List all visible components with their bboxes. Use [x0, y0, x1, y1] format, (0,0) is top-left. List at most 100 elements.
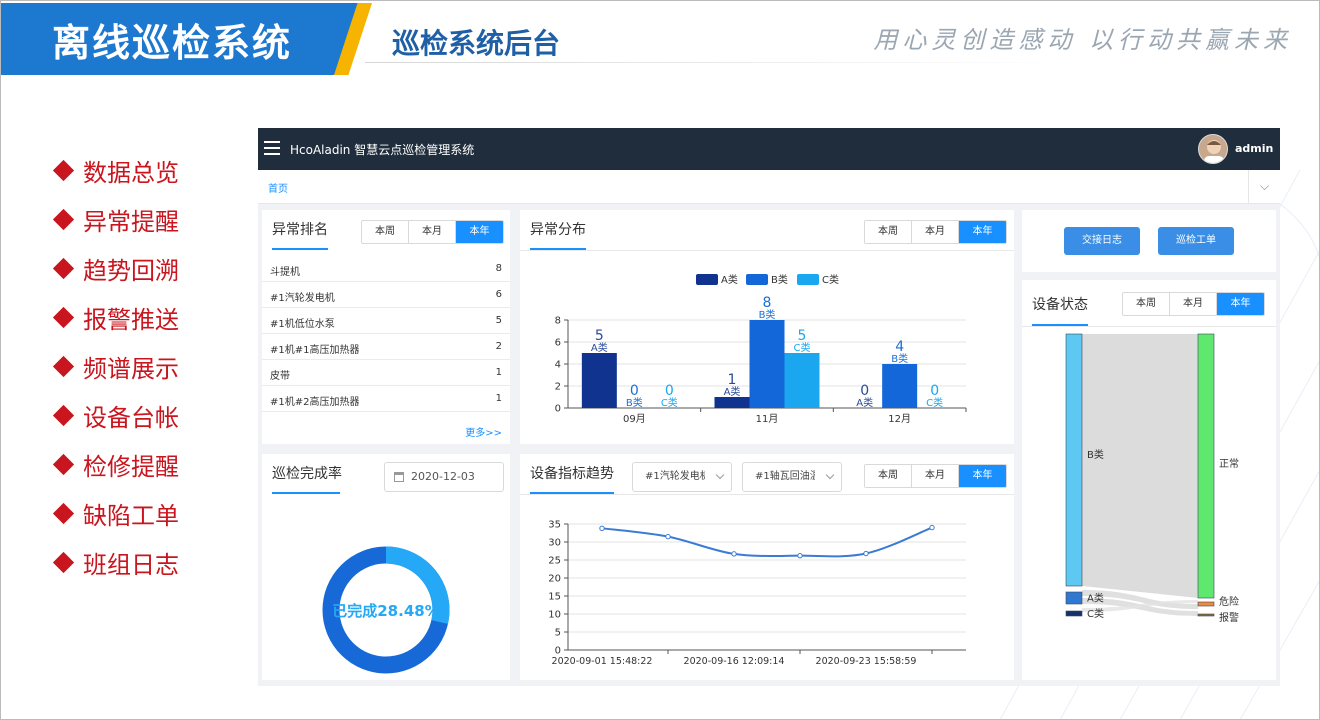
period-month[interactable]: 本月 — [912, 221, 959, 243]
trend-point — [863, 550, 869, 557]
ranking-device-name: #1汽轮发电机 — [270, 293, 335, 304]
feature-item: 趋势回溯 — [52, 244, 179, 293]
sankey-target-label: 危险 — [1219, 595, 1239, 608]
system-title: 离线巡检系统 — [52, 21, 293, 65]
diamond-bullet-icon — [52, 306, 75, 329]
completion-title: 巡检完成率 — [272, 466, 342, 482]
sankey-target-label: 报警 — [1219, 611, 1239, 624]
avatar-face-icon — [1199, 135, 1227, 163]
metric-select-value: #1轴瓦回油温度 — [755, 471, 815, 482]
diamond-bullet-icon — [52, 551, 75, 574]
device-select[interactable]: #1汽轮发电机 — [632, 462, 732, 492]
card-title-underline — [272, 248, 328, 250]
period-month[interactable]: 本月 — [912, 465, 959, 487]
feature-label: 检修提醒 — [83, 453, 179, 481]
card-divider — [520, 250, 1014, 251]
ranking-row[interactable]: 斗提机 8 — [262, 256, 510, 282]
bar-value-label: 0 — [930, 383, 939, 399]
hamburger-icon[interactable] — [264, 141, 280, 155]
line-y-tick-label: 15 — [548, 592, 561, 603]
period-year[interactable]: 本年 — [959, 221, 1006, 243]
feature-label: 趋势回溯 — [83, 257, 179, 285]
feature-item: 异常提醒 — [52, 195, 179, 244]
ranking-row[interactable]: #1汽轮发电机 6 — [262, 282, 510, 308]
more-link[interactable]: 更多>> — [465, 424, 502, 439]
bar-value-label: 0 — [665, 383, 674, 399]
bar-legend-swatch — [797, 274, 819, 285]
feature-list: 数据总览 异常提醒 趋势回溯 报警推送 频谱展示 设备台帐 检修提醒 缺陷工单 班组日志 — [52, 146, 179, 587]
bar — [784, 353, 820, 408]
trend-period-toggle: 本周 本月 本年 — [864, 464, 1007, 488]
feature-label: 异常提醒 — [83, 208, 179, 236]
period-year[interactable]: 本年 — [1217, 293, 1264, 315]
ranking-row[interactable]: #1机#2高压加热器 1 — [262, 386, 510, 412]
sankey-source-label: C类 — [1087, 607, 1104, 620]
bar-series-label: B类 — [891, 352, 908, 365]
sankey-target-node — [1197, 333, 1215, 599]
ranking-device-name: #1机低位水泵 — [270, 319, 335, 330]
user-name[interactable]: admin — [1235, 142, 1273, 155]
ranking-device-name: #1机#2高压加热器 — [270, 397, 360, 408]
trend-line-chart: 0 5 10 15 20 25 30 35 2020-09-01 15:48:22 2020-09… — [548, 520, 966, 667]
ranking-count: 8 — [495, 263, 502, 274]
bar-legend-label: B类 — [771, 273, 788, 286]
date-value: 2020-12-03 — [411, 470, 475, 483]
date-picker[interactable]: 2020-12-03 — [384, 462, 504, 492]
bar-value-label: 0 — [860, 383, 869, 399]
sankey-source-label: B类 — [1087, 448, 1104, 461]
diamond-bullet-icon — [52, 355, 75, 378]
bar — [714, 397, 750, 408]
ranking-row[interactable]: 皮带 1 — [262, 360, 510, 386]
feature-item: 检修提醒 — [52, 440, 179, 489]
card-title-underline — [272, 492, 340, 494]
ranking-count: 6 — [495, 289, 502, 300]
period-week[interactable]: 本周 — [865, 221, 912, 243]
period-week[interactable]: 本周 — [1123, 293, 1170, 315]
period-month[interactable]: 本月 — [409, 221, 456, 243]
handover-log-button[interactable]: 交接日志 — [1064, 227, 1140, 255]
feature-item: 缺陷工单 — [52, 489, 179, 538]
ranking-row[interactable]: #1机低位水泵 5 — [262, 308, 510, 334]
action-card: 交接日志 巡检工单 — [1022, 210, 1276, 272]
bar-series-label: C类 — [926, 396, 943, 409]
card-divider — [520, 494, 1014, 495]
feature-label: 班组日志 — [83, 551, 179, 579]
trend-point — [797, 552, 803, 559]
tab-dropdown-chevron-icon[interactable]: ⌵ — [1248, 170, 1280, 204]
period-month[interactable]: 本月 — [1170, 293, 1217, 315]
completion-rate-card: 巡检完成率 2020-12-03 已完成28.48% — [262, 454, 510, 680]
bar-legend-swatch — [696, 274, 718, 285]
device-status-sankey: B类 A类 C类 正常危险报警 — [1065, 333, 1239, 624]
diamond-bullet-icon — [52, 257, 75, 280]
tab-bar: 首页 ⌵ — [258, 170, 1280, 204]
app-window: HcoAladin 智慧云点巡检管理系统 admin 首页 ⌵ 异常排名 本周 … — [258, 128, 1280, 686]
ranking-row[interactable]: #1机#1高压加热器 2 — [262, 334, 510, 360]
line-y-tick-label: 5 — [555, 628, 561, 639]
diamond-bullet-icon — [52, 502, 75, 525]
ranking-device-name: 斗提机 — [270, 267, 300, 278]
feature-label: 设备台帐 — [83, 404, 179, 432]
bar-value-label: 1 — [728, 372, 737, 388]
tab-home[interactable]: 首页 — [268, 180, 288, 195]
line-x-tick-label: 2020-09-23 15:58:59 — [816, 656, 917, 667]
chevron-down-icon — [825, 470, 835, 480]
period-year[interactable]: 本年 — [456, 221, 503, 243]
feature-label: 数据总览 — [83, 159, 179, 187]
line-y-tick-label: 0 — [555, 646, 561, 657]
feature-label: 频谱展示 — [83, 355, 179, 383]
line-y-tick-label: 20 — [548, 574, 561, 585]
period-week[interactable]: 本周 — [362, 221, 409, 243]
bar-value-label: 5 — [595, 328, 604, 344]
work-order-button[interactable]: 巡检工单 — [1158, 227, 1234, 255]
bar-y-tick-label: 4 — [555, 360, 561, 371]
line-y-tick-label: 35 — [548, 520, 561, 531]
user-avatar[interactable] — [1198, 134, 1228, 164]
anomaly-bar-chart: 02468A类 B类 C类09月5A类0B类0C类11月1A类8B类5C类12月0A… — [555, 273, 967, 425]
bar-value-label: 0 — [630, 383, 639, 399]
period-week[interactable]: 本周 — [865, 465, 912, 487]
trend-point — [665, 533, 671, 540]
period-year[interactable]: 本年 — [959, 465, 1006, 487]
feature-item: 频谱展示 — [52, 342, 179, 391]
metric-select[interactable]: #1轴瓦回油温度 — [742, 462, 842, 492]
device-trend-card: 设备指标趋势 #1汽轮发电机 #1轴瓦回油温度 本周 本月 本年 0 5 10 15 2… — [520, 454, 1014, 680]
